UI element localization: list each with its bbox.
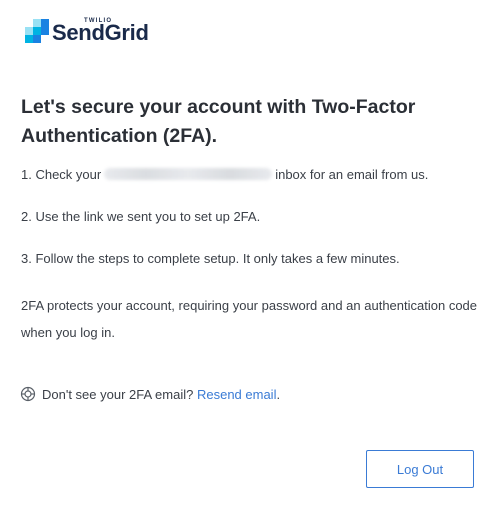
- redacted-email: [104, 168, 273, 180]
- resend-prompt: Don't see your 2FA email?: [42, 386, 194, 402]
- step-3: 3. Follow the steps to complete setup. I…: [21, 251, 400, 266]
- step-1-suffix: inbox for an email from us.: [275, 167, 429, 182]
- info-text: 2FA protects your account, requiring you…: [21, 298, 478, 340]
- step-1-prefix: 1. Check your: [21, 167, 102, 182]
- resend-suffix: .: [276, 386, 281, 402]
- sendgrid-logo-icon: [25, 19, 49, 43]
- logo-super-label: TWILIO: [84, 18, 113, 24]
- lifebuoy-icon: [20, 386, 36, 402]
- resend-row: Don't see your 2FA email? Resend email.: [20, 386, 280, 402]
- sendgrid-logo: TWILIO SendGrid: [25, 18, 149, 45]
- logo-wordmark: SendGrid: [52, 20, 149, 45]
- log-out-button[interactable]: Log Out: [366, 450, 474, 488]
- resend-email-link[interactable]: Resend email: [197, 387, 277, 402]
- step-2: 2. Use the link we sent you to set up 2F…: [21, 209, 261, 224]
- page-title: Let's secure your account with Two-Facto…: [21, 96, 416, 147]
- step-1: 1. Check your inbox for an email from us.: [21, 167, 428, 182]
